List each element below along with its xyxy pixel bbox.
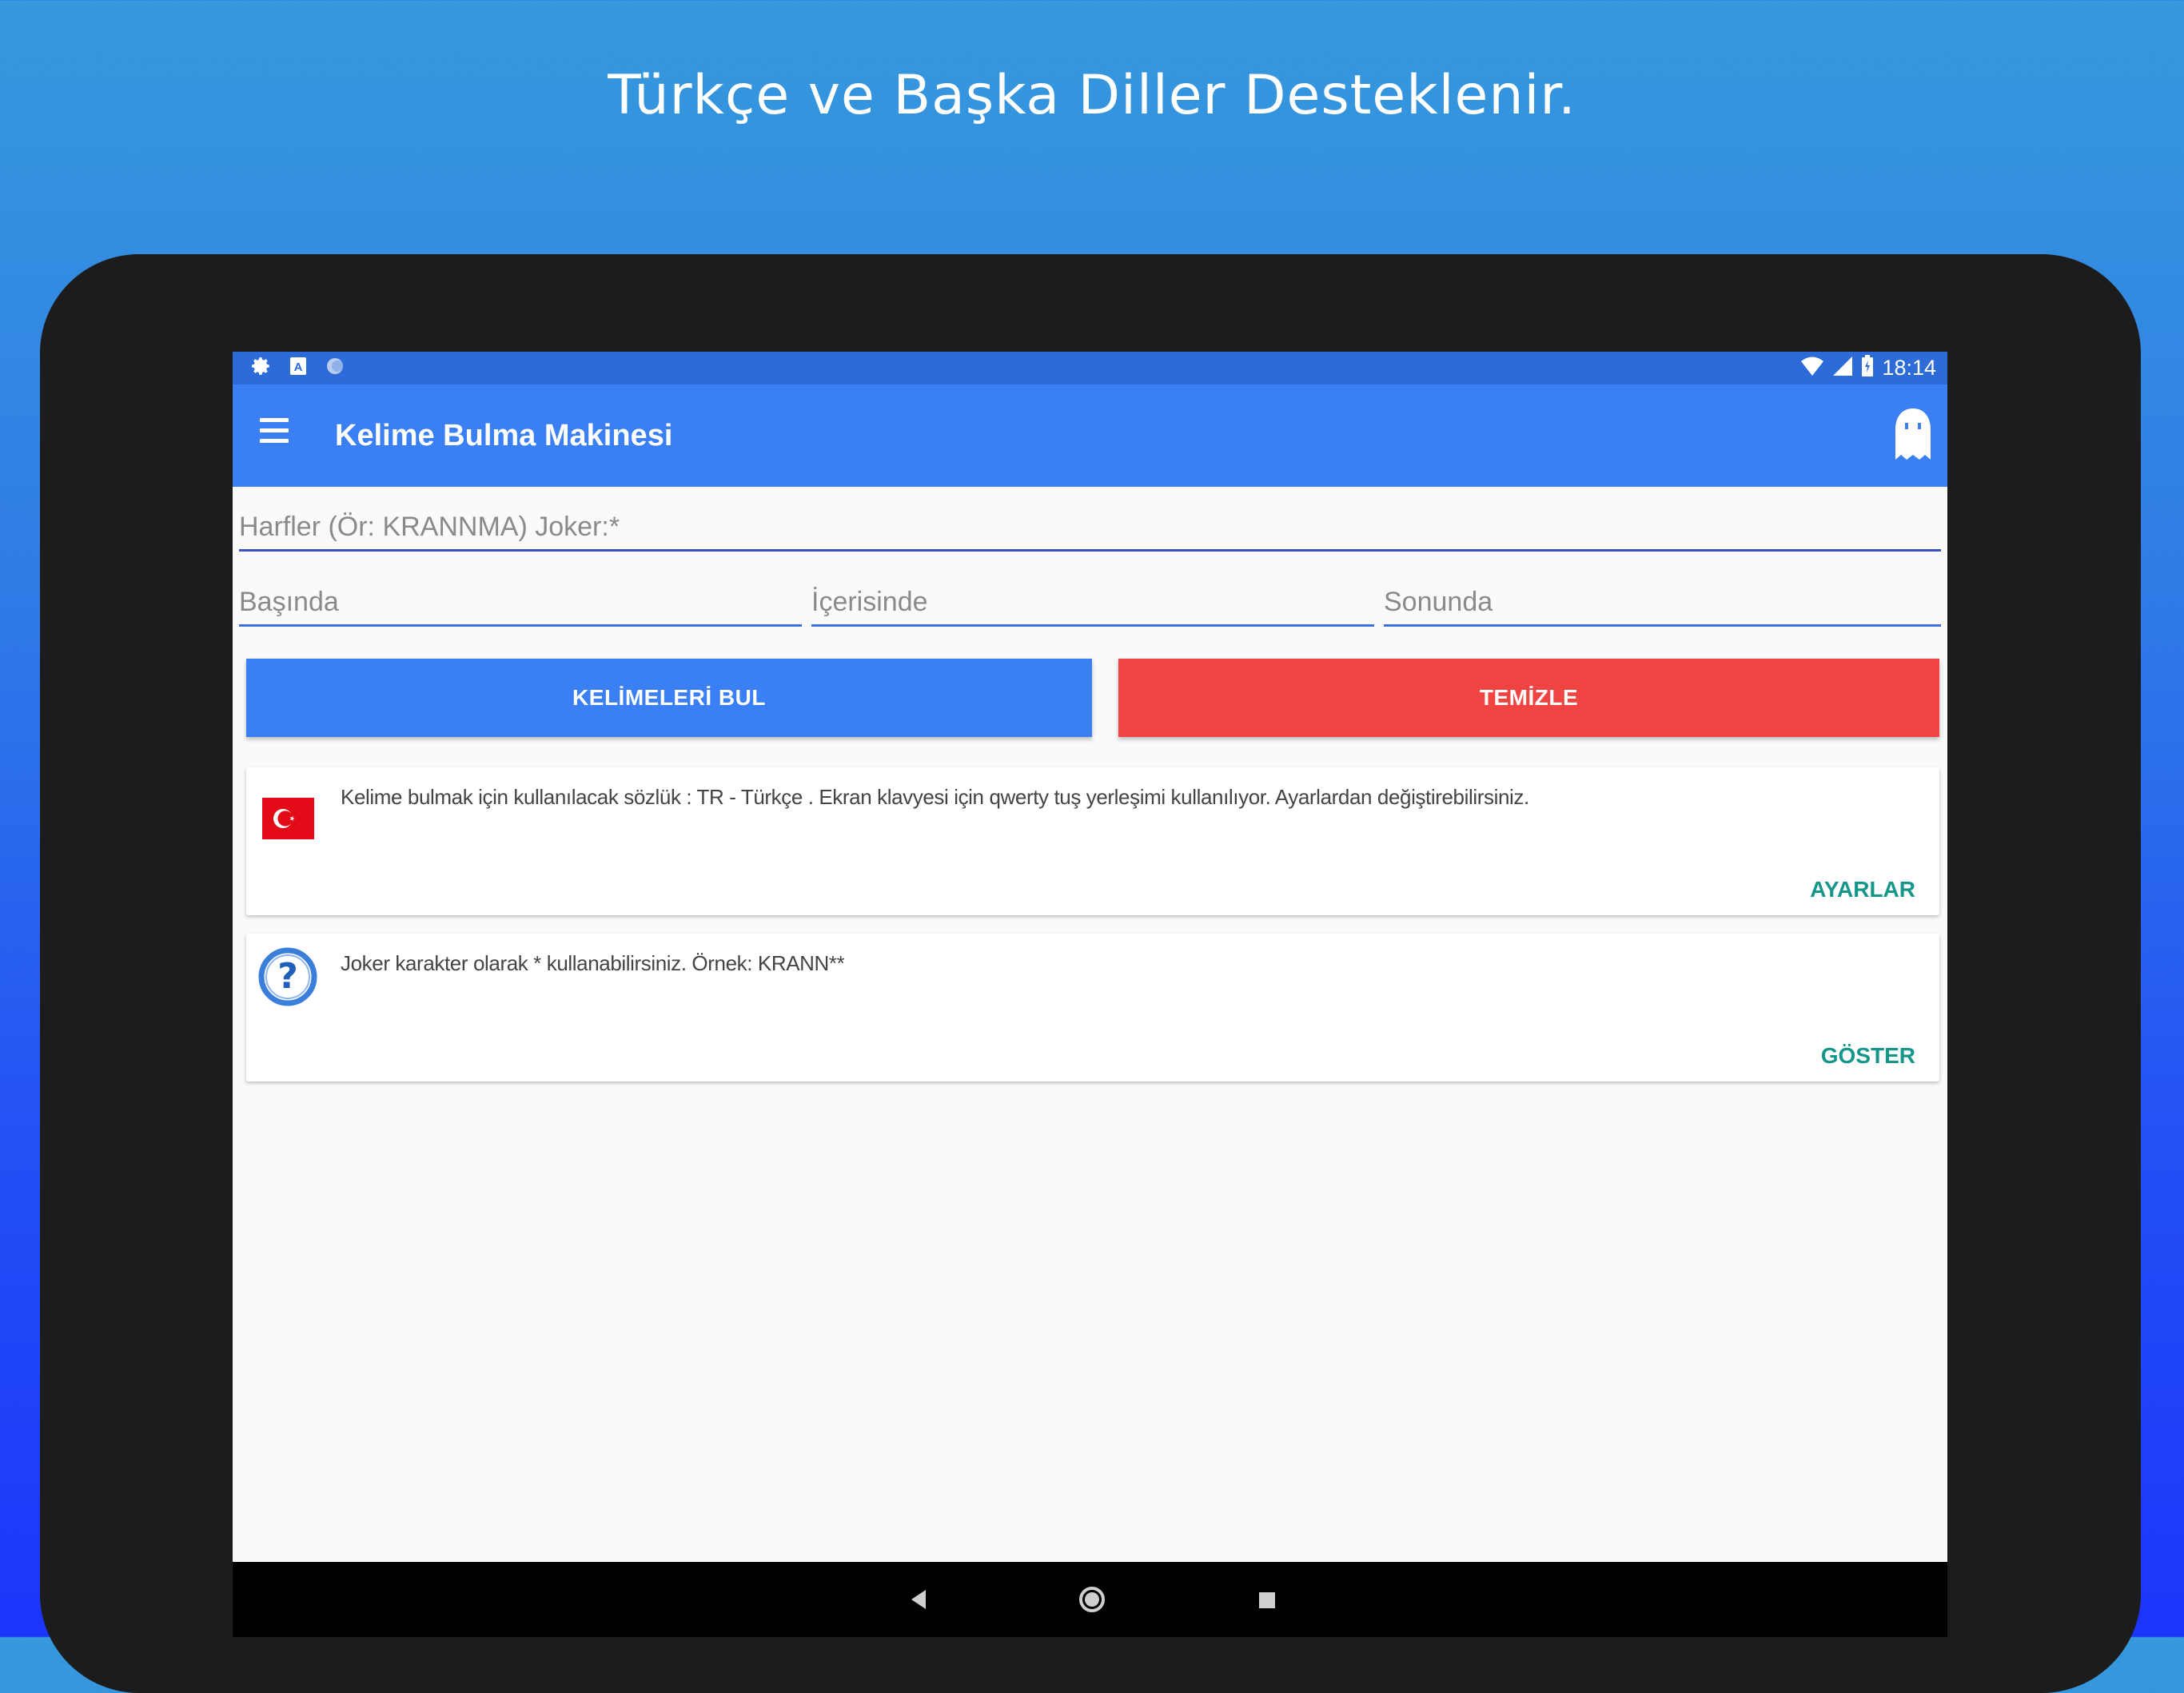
ghost-icon[interactable] xyxy=(1893,407,1933,463)
app-toolbar: Kelime Bulma Makinesi xyxy=(233,384,1947,487)
hamburger-menu-icon[interactable] xyxy=(260,418,289,447)
a-badge-letter: A xyxy=(294,361,303,374)
status-bar: A 18:14 xyxy=(233,352,1947,384)
wildcard-help-text: Joker karakter olarak * kullanabilirsini… xyxy=(341,951,845,975)
dictionary-info-card: Kelime bulmak için kullanılacak sözlük :… xyxy=(246,767,1939,915)
a-badge-icon: A xyxy=(287,355,309,377)
letters-input[interactable] xyxy=(239,512,1941,552)
back-icon[interactable] xyxy=(908,1588,929,1615)
turkey-flag-icon xyxy=(262,798,314,839)
help-question-icon: ? xyxy=(257,946,318,1007)
promo-headline: Türkçe ve Başka Diller Desteklenir. xyxy=(608,64,1576,127)
clear-button[interactable]: TEMİZLE xyxy=(1118,659,1939,737)
app-screen: A 18:14 Kelime Bulma Makinesi Harfler (Ö… xyxy=(233,352,1947,1637)
wifi-icon xyxy=(1800,356,1824,380)
contains-input[interactable] xyxy=(811,587,1374,627)
circle-icon xyxy=(324,355,346,377)
dictionary-info-text: Kelime bulmak için kullanılacak sözlük :… xyxy=(341,785,1529,809)
letters-field xyxy=(239,512,1941,552)
ends-with-input[interactable] xyxy=(1384,587,1941,627)
recents-icon[interactable] xyxy=(1257,1591,1277,1614)
starts-with-field xyxy=(239,587,802,627)
app-title: Kelime Bulma Makinesi xyxy=(335,419,673,452)
home-icon[interactable] xyxy=(1078,1586,1106,1617)
settings-icon xyxy=(250,355,273,377)
wildcard-help-card: ? Joker karakter olarak * kullanabilirsi… xyxy=(246,934,1939,1082)
status-bar-left-icons: A xyxy=(250,355,346,377)
navigation-bar xyxy=(233,1562,1947,1637)
status-bar-right-icons: 18:14 xyxy=(1800,352,1936,384)
svg-text:?: ? xyxy=(277,956,298,997)
battery-icon xyxy=(1861,355,1874,381)
find-words-button[interactable]: KELİMELERİ BUL xyxy=(246,659,1092,737)
settings-button[interactable]: AYARLAR xyxy=(1810,877,1915,902)
signal-icon xyxy=(1832,356,1853,380)
ends-with-field xyxy=(1384,587,1941,627)
status-time: 18:14 xyxy=(1882,356,1936,380)
starts-with-input[interactable] xyxy=(239,587,802,627)
contains-field xyxy=(811,587,1374,627)
show-button[interactable]: GÖSTER xyxy=(1821,1043,1915,1069)
